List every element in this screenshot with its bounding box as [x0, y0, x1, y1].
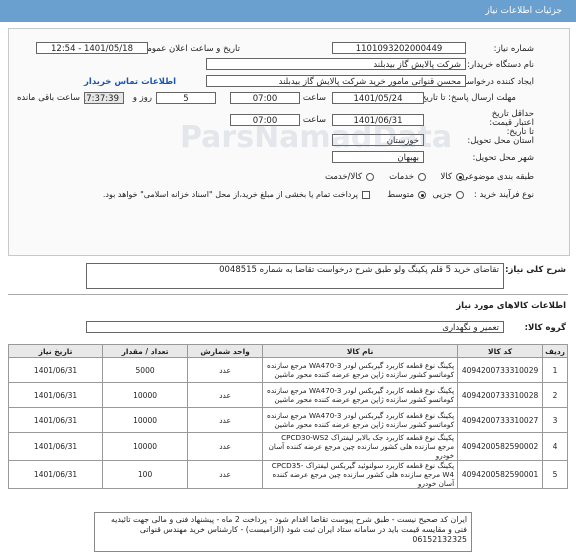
city-field: بهبهان	[332, 151, 424, 163]
validity-label: حداقل تاریخ اعتبار قیمت: تا تاریخ:	[489, 109, 534, 137]
table-row: 2 4094200733310028 پکینگ نوع قطعه کاربرد…	[7, 382, 568, 408]
goods-group-field: تعمیر و نگهداری	[86, 321, 504, 333]
buyer-org-field: شرکت پالایش گاز بیدبلند	[206, 58, 466, 70]
cell-row: 3	[542, 407, 568, 433]
table-row: 4 4094200582590002 پکینگ نوع قطعه کاربرد…	[7, 432, 568, 461]
table-row: 1 4094200733310029 پکینگ نوع قطعه کاربرد…	[7, 357, 568, 383]
cell-code: 4094200582590001	[457, 460, 544, 489]
cell-qty: 10000	[102, 407, 189, 433]
buyer-org-label: نام دستگاه خریدار:	[467, 60, 534, 70]
need-number-label: شماره نیاز:	[493, 44, 534, 54]
cell-name: پکینگ نوع قطعه کاربرد گیربکس لودر WA470-…	[262, 357, 459, 383]
cell-unit: عدد	[187, 432, 264, 461]
validity-hour-label: ساعت	[302, 115, 326, 125]
cell-code: 4094200733310028	[457, 382, 544, 408]
process-minor-radio[interactable]	[456, 191, 464, 199]
province-label: استان محل تحویل:	[467, 136, 534, 146]
goods-section-title: اطلاعات کالاهای مورد نیاز	[456, 301, 566, 311]
page-title-bar: جزئیات اطلاعات نیاز	[0, 0, 576, 22]
col-qty: تعداد / مقدار	[102, 344, 189, 358]
validity-date-field: 1401/06/31	[332, 114, 424, 126]
goods-group-label: گروه کالا:	[524, 323, 566, 333]
category-goods-services-radio[interactable]	[366, 173, 374, 181]
table-header-row: ردیف کد کالا نام کالا واحد شمارش تعداد /…	[7, 344, 568, 358]
cell-code: 4094200733310027	[457, 407, 544, 433]
creator-label: ایجاد کننده درخواست:	[455, 77, 534, 87]
cell-name: پکینگ نوع قطعه کاربرد جک بالابر لیفتراک …	[262, 432, 459, 461]
summary-label: شرح کلی نیاز:	[505, 265, 566, 275]
col-unit: واحد شمارش	[187, 344, 264, 358]
deadline-label: مهلت ارسال پاسخ: تا تاریخ:	[418, 93, 516, 103]
treasury-payment-checkbox[interactable]	[362, 191, 370, 199]
col-name: نام کالا	[262, 344, 459, 358]
cell-date: 1401/06/31	[7, 382, 104, 408]
cell-row: 2	[542, 382, 568, 408]
category-goods-services-label: کالا/خدمت	[325, 172, 362, 182]
cell-row: 5	[542, 460, 568, 489]
buyer-notes: ایران کد صحیح نیست - طبق شرح پیوست تقاضا…	[94, 512, 472, 552]
cell-name: پکینگ نوع قطعه کاربرد گیربکس لودر WA470-…	[262, 382, 459, 408]
cell-date: 1401/06/31	[7, 432, 104, 461]
goods-table: ردیف کد کالا نام کالا واحد شمارش تعداد /…	[7, 344, 568, 489]
page-title: جزئیات اطلاعات نیاز	[485, 6, 562, 16]
treasury-payment-note: پرداخت تمام یا بخشی از مبلغ خرید،از محل …	[102, 190, 358, 199]
cell-code: 4094200733310029	[457, 357, 544, 383]
cell-qty: 10000	[102, 382, 189, 408]
category-label: طبقه بندی موضوعی:	[458, 172, 534, 182]
cell-unit: عدد	[187, 357, 264, 383]
cell-date: 1401/06/31	[7, 357, 104, 383]
remaining-time-field: 17:37:39	[84, 92, 124, 104]
need-number-field: 1101093202000449	[332, 42, 466, 54]
process-medium-label: متوسط	[387, 190, 414, 200]
category-goods-label: کالا	[440, 172, 452, 182]
process-minor-label: جزیی	[432, 190, 452, 200]
table-row: 5 4094200582590001 پکینگ نوع قطعه کاربرد…	[7, 460, 568, 489]
cell-unit: عدد	[187, 382, 264, 408]
process-medium-radio[interactable]	[418, 191, 426, 199]
col-date: تاریخ نیاز	[7, 344, 104, 358]
divider	[8, 294, 568, 295]
validity-time-field: 07:00	[230, 114, 300, 126]
province-field: خوزستان	[332, 134, 424, 146]
summary-field: تقاضای خرید 5 قلم پکینگ ولو طبق شرح درخو…	[86, 263, 504, 289]
category-goods-radio[interactable]	[456, 173, 464, 181]
day-label: روز و	[132, 93, 152, 103]
cell-row: 4	[542, 432, 568, 461]
cell-unit: عدد	[187, 460, 264, 489]
remaining-label: ساعت باقی مانده	[16, 93, 80, 103]
cell-qty: 10000	[102, 432, 189, 461]
announce-label: تاریخ و ساعت اعلان عمومی:	[137, 44, 240, 54]
announce-field: 1401/05/18 - 12:54	[36, 42, 148, 54]
category-services-radio[interactable]	[418, 173, 426, 181]
cell-unit: عدد	[187, 407, 264, 433]
cell-name: پکینگ نوع قطعه کاربرد سولنوئید گیربکس لی…	[262, 460, 459, 489]
deadline-date-field: 1401/05/24	[332, 92, 424, 104]
buyer-contact-link[interactable]: اطلاعات تماس خریدار	[84, 77, 176, 87]
cell-date: 1401/06/31	[7, 460, 104, 489]
cell-date: 1401/06/31	[7, 407, 104, 433]
process-label: نوع فرآیند خرید :	[473, 190, 534, 200]
cell-qty: 100	[102, 460, 189, 489]
cell-name: پکینگ نوع قطعه کاربرد گیربکس لودر WA470-…	[262, 407, 459, 433]
deadline-hour-label: ساعت	[302, 93, 326, 103]
city-label: شهر محل تحویل:	[472, 153, 534, 163]
table-row: 3 4094200733310027 پکینگ نوع قطعه کاربرد…	[7, 407, 568, 433]
cell-qty: 5000	[102, 357, 189, 383]
creator-field: محسن قنواتی مامور خرید شرکت پالایش گاز ب…	[206, 75, 466, 87]
cell-row: 1	[542, 357, 568, 383]
col-row: ردیف	[542, 344, 568, 358]
deadline-time-field: 07:00	[230, 92, 300, 104]
remaining-days-field: 5	[156, 92, 216, 104]
col-code: کد کالا	[457, 344, 544, 358]
cell-code: 4094200582590002	[457, 432, 544, 461]
category-services-label: خدمات	[389, 172, 414, 182]
